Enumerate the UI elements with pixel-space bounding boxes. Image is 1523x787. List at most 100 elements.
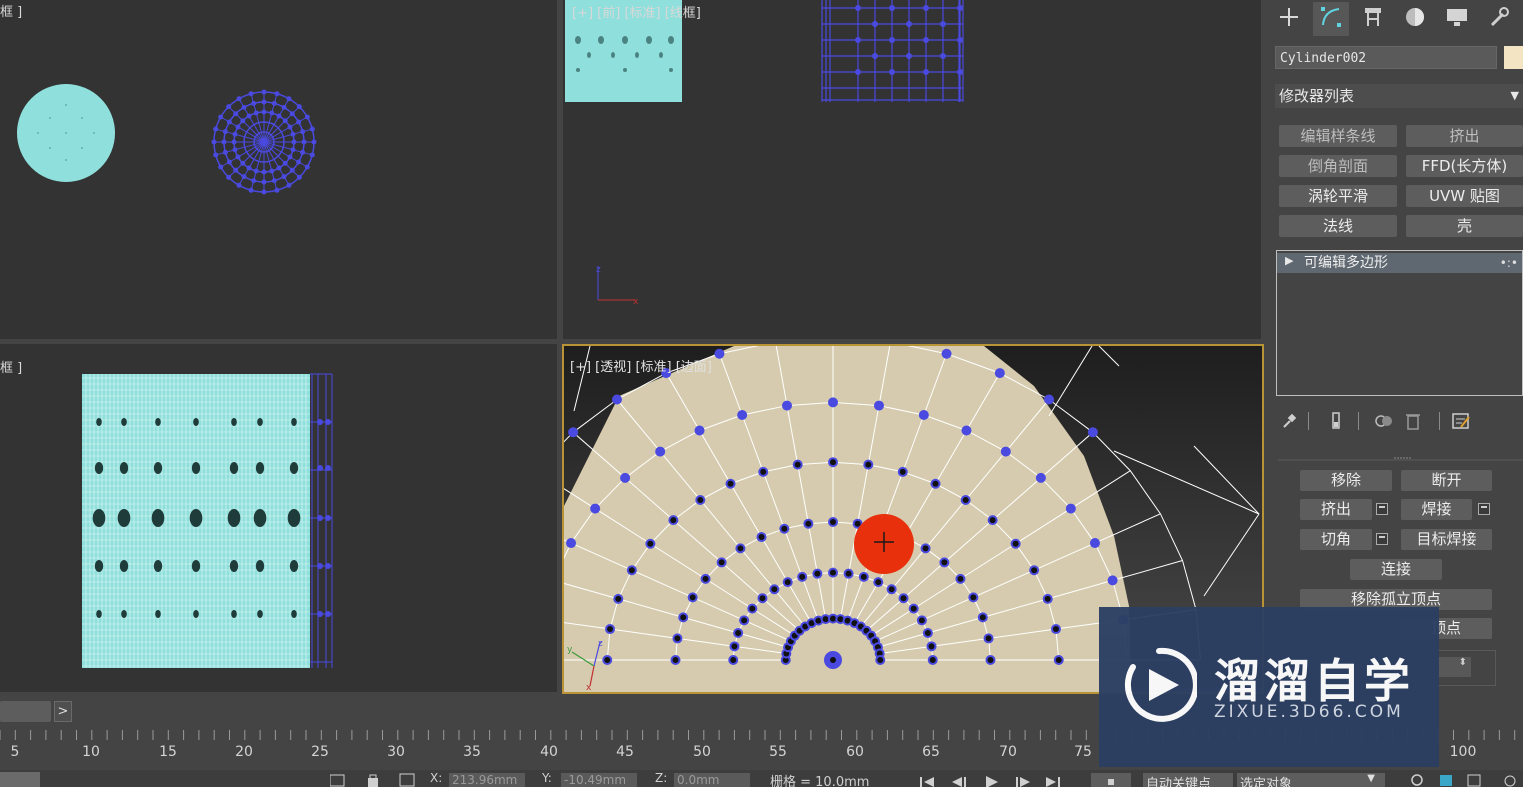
extrude-vertex-button[interactable]: 挤出 [1300,499,1372,520]
viewport-top-left[interactable]: 框 ] [0,0,557,339]
plus-icon [1278,6,1300,32]
weld-settings-icon[interactable] [1478,503,1490,515]
object-color-swatch[interactable] [1504,46,1523,69]
tick-label: 60 [846,744,864,760]
grid-size-label: 栅格 = 10.0mm [770,775,870,787]
modifier-turbosmooth-button[interactable]: 涡轮平滑 [1279,185,1397,207]
playback-controls[interactable] [918,773,1068,787]
tick-label: 5 [10,744,20,760]
break-vertex-button[interactable]: 断开 [1401,470,1492,491]
motion-tab[interactable] [1397,2,1433,36]
modifier-ffd-box-button[interactable]: FFD(长方体) [1406,155,1523,177]
configure-sets-icon[interactable] [1450,410,1472,432]
tick-label: 30 [387,744,405,760]
stack-toolbar [1278,408,1518,434]
front-wire-grid [821,0,964,102]
tick-label: 55 [769,744,787,760]
x-coord-field[interactable]: 213.96mm [449,773,525,787]
modifier-normal-button[interactable]: 法线 [1279,215,1397,237]
wrench-icon [1488,6,1510,32]
maxscript-mini-listener[interactable] [0,772,40,787]
key-filter-dropdown[interactable]: 选定对象 ▼ [1237,773,1385,787]
tick-label: 35 [463,744,481,760]
chamfer-settings-icon[interactable] [1376,533,1388,545]
viewport-front[interactable]: z x [+] [前] [标准] [线框] [563,0,1261,339]
status-bar: X: 213.96mm Y: -10.49mm Z: 0.0mm 栅格 = 10… [0,770,1523,787]
pin-stack-icon[interactable] [1278,410,1300,432]
svg-text:y: y [567,645,573,655]
tick-label: 20 [235,744,253,760]
status-icons [330,773,415,787]
time-slider-thumb[interactable] [0,701,51,722]
target-weld-button[interactable]: 目标焊接 [1401,529,1492,550]
auto-key-button[interactable]: 自动关键点 [1143,773,1233,787]
svg-text:x: x [586,683,592,692]
rollout-divider [1278,451,1523,464]
modifier-stack[interactable]: ▶ 可编辑多边形 •:• [1276,250,1523,396]
viewport-label[interactable]: [+] [前] [标准] [线框] [572,2,701,21]
utilities-tab[interactable] [1481,2,1517,36]
tick-label: 50 [693,744,711,760]
side-edge-wire [310,373,333,668]
stack-options-icon: •:• [1499,256,1518,270]
weight-spinner[interactable]: ⬍ [1439,657,1471,677]
play-logo-icon [1124,647,1197,722]
show-end-result-icon[interactable] [1325,410,1347,432]
create-tab[interactable] [1271,2,1307,36]
remove-modifier-icon[interactable] [1402,410,1424,432]
weld-vertex-button[interactable]: 焊接 [1401,499,1472,520]
y-coord-field[interactable]: -10.49mm [561,773,637,787]
tick-label: 75 [1074,744,1092,760]
connect-button[interactable]: 连接 [1350,559,1442,580]
cylinder-top-cap-wire [211,89,317,195]
tick-label: 10 [82,744,100,760]
key-filter-label: 选定对象 [1240,777,1293,787]
current-frame-field[interactable] [1091,773,1131,787]
stack-item-label: 可编辑多边形 [1304,255,1388,271]
svg-text:z: z [598,639,603,649]
hierarchy-tab[interactable] [1355,2,1391,36]
watermark-url: ZIXUE.3D66.COM [1214,702,1404,722]
watermark-badge: 溜溜自学 ZIXUE.3D66.COM [1099,607,1439,767]
expand-triangle-icon[interactable]: ▶ [1285,254,1293,267]
frame-indicator-icon [1108,779,1114,785]
motion-icon [1403,6,1427,32]
modifier-edit-spline-button[interactable]: 编辑样条线 [1279,125,1397,147]
modifier-extrude-button[interactable]: 挤出 [1406,125,1523,147]
viewport-front-canvas: z x [565,0,964,307]
viewport-label[interactable]: [+] [透视] [标准] [边面] [570,356,712,375]
stack-item-editable-poly[interactable]: ▶ 可编辑多边形 •:• [1277,253,1522,273]
tick-label: 15 [159,744,177,760]
y-coord-label: Y: [542,771,552,785]
viewport-top-left-canvas [17,84,317,195]
modifier-bevel-profile-button[interactable]: 倒角剖面 [1279,155,1397,177]
tick-label: 100 [1449,744,1477,760]
axis-gizmo: z x [596,265,639,307]
spinner-arrows-icon: ⬍ [1458,657,1467,668]
object-name-field[interactable]: Cylinder002 [1275,46,1497,69]
svg-text:z: z [596,265,601,275]
chamfer-vertex-button[interactable]: 切角 [1300,529,1372,550]
z-coord-field[interactable]: 0.0mm [674,773,750,787]
viewport-left[interactable]: 框 ] [0,344,557,692]
tick-label: 70 [999,744,1017,760]
modifier-list-dropdown[interactable]: 修改器列表 ▼ [1275,84,1523,108]
selection-lock-icon [330,774,345,787]
tick-label: 45 [616,744,634,760]
modifier-shell-button[interactable]: 壳 [1406,215,1523,237]
modify-tab[interactable] [1313,2,1349,36]
remove-vertex-button[interactable]: 移除 [1300,470,1392,491]
time-next-button[interactable]: > [54,701,72,722]
hierarchy-icon [1362,6,1384,32]
modifier-uvw-map-button[interactable]: UVW 贴图 [1406,185,1523,207]
display-icon [1445,6,1469,32]
make-unique-icon[interactable] [1373,410,1395,432]
dropdown-arrow-icon: ▼ [1367,773,1375,784]
viewport-left-canvas [82,373,333,668]
tick-label: 65 [922,744,940,760]
svg-text:x: x [633,297,639,307]
navigation-icons[interactable] [1410,773,1520,787]
display-tab[interactable] [1439,2,1475,36]
z-coord-label: Z: [655,771,668,785]
extrude-settings-icon[interactable] [1376,503,1388,515]
